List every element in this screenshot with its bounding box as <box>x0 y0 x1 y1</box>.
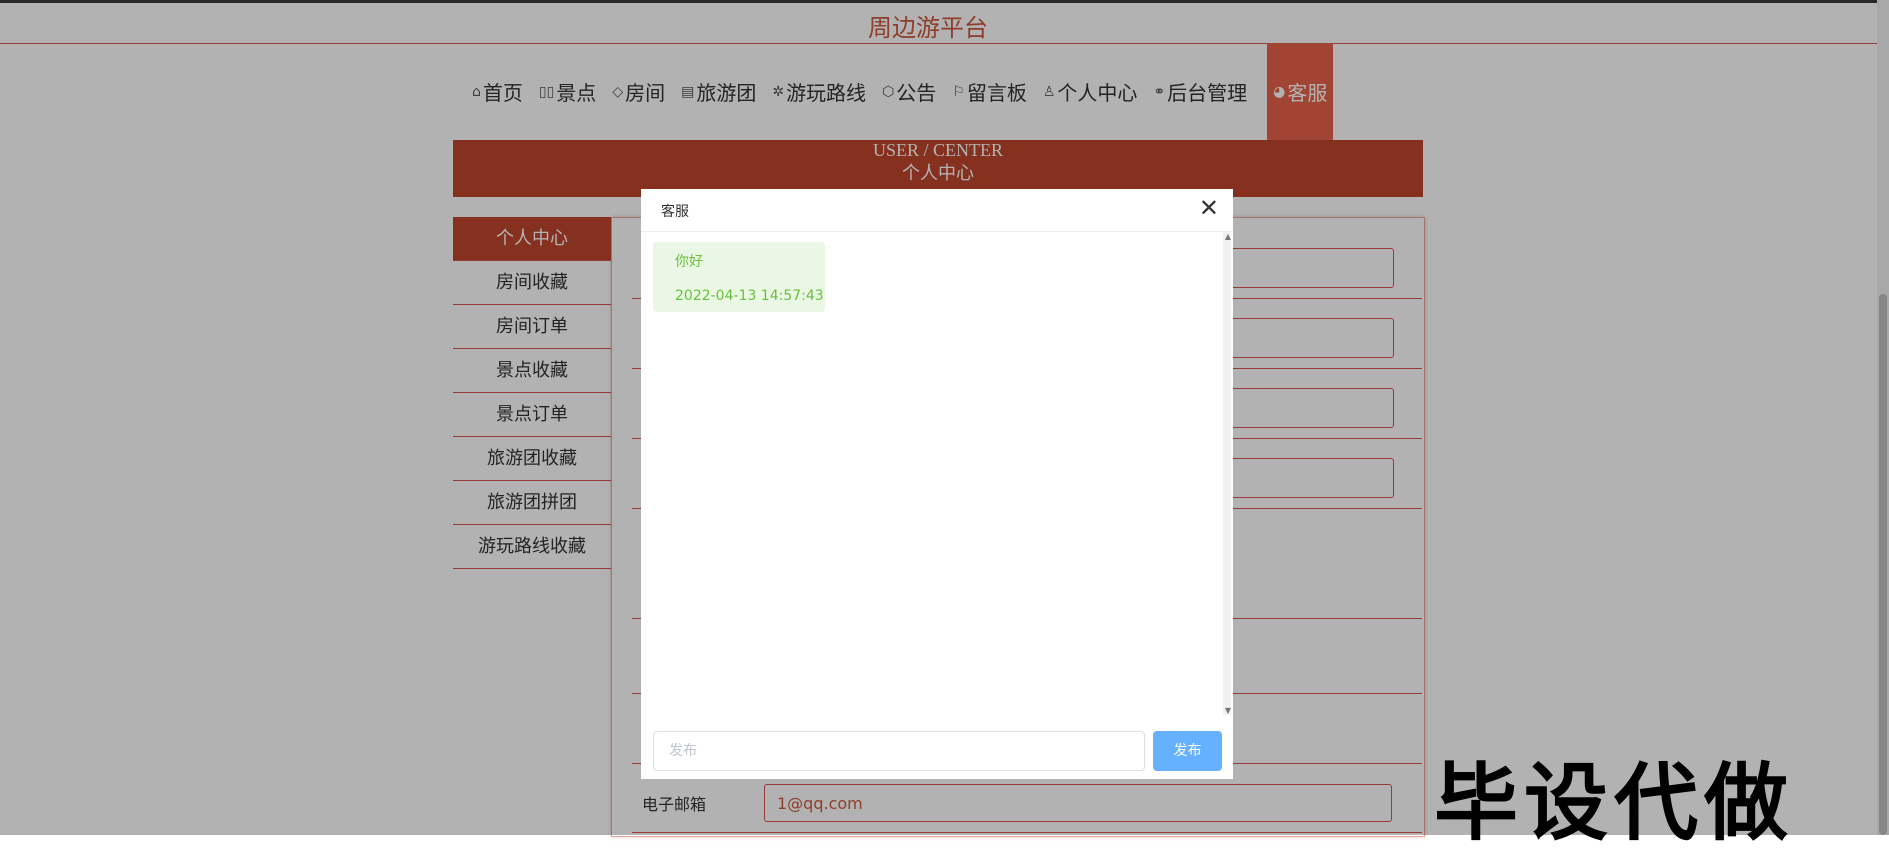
message-text: 你好 <box>675 254 703 270</box>
chat-messages[interactable]: 你好 2022-04-13 14:57:43 ▲ ▼ <box>641 232 1233 715</box>
chat-input[interactable]: 发布 <box>653 731 1145 771</box>
chat-scrollbar[interactable] <box>1223 232 1231 715</box>
dialog-header: 客服 ✕ <box>641 189 1233 232</box>
chat-message: 你好 2022-04-13 14:57:43 <box>653 242 825 312</box>
dialog-title: 客服 <box>661 204 689 220</box>
send-button[interactable]: 发布 <box>1153 731 1222 771</box>
close-icon[interactable]: ✕ <box>1199 196 1219 220</box>
customer-service-dialog: 客服 ✕ 你好 2022-04-13 14:57:43 ▲ ▼ 发布 发布 <box>641 189 1233 779</box>
scroll-up-icon[interactable]: ▲ <box>1225 232 1231 241</box>
scroll-down-icon[interactable]: ▼ <box>1225 706 1231 715</box>
message-time: 2022-04-13 14:57:43 <box>675 288 824 304</box>
